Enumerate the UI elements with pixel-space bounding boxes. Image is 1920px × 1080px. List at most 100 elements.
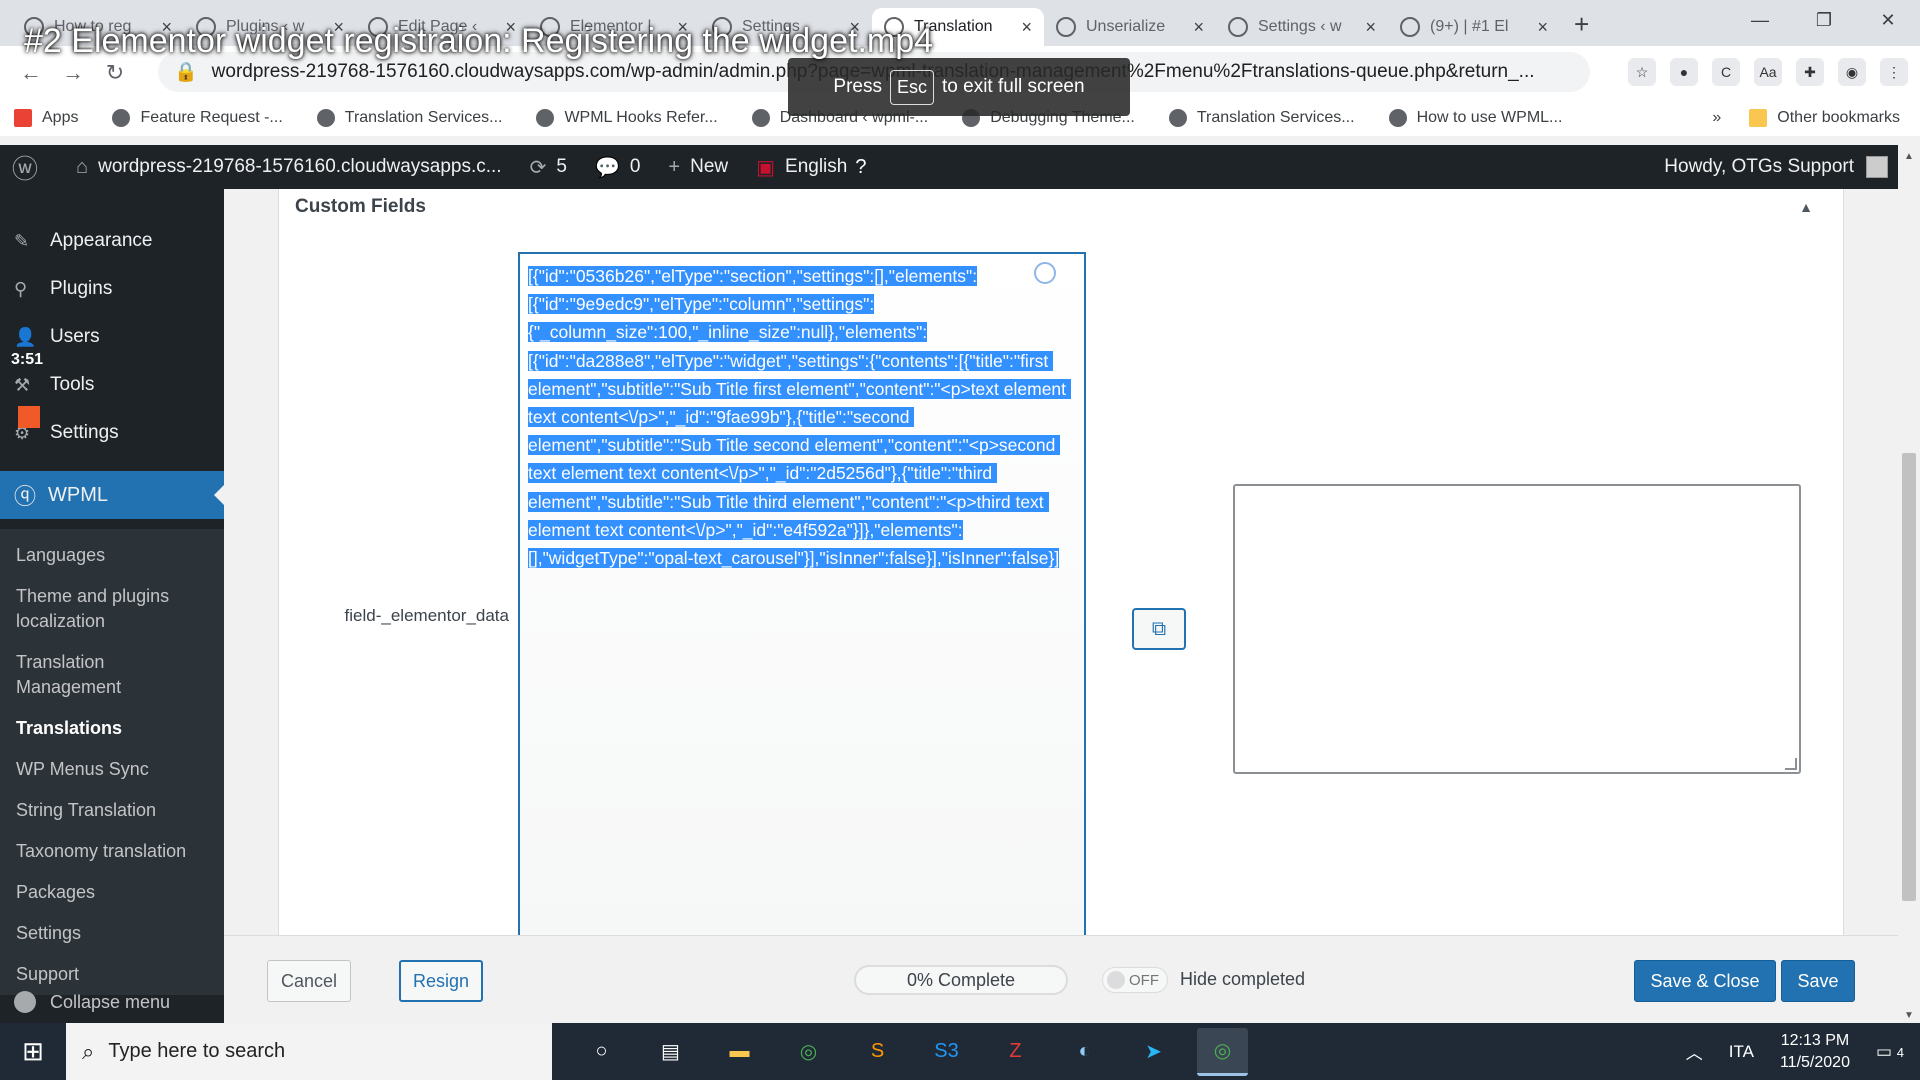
new-content-link[interactable]: + New [668, 156, 728, 179]
updates-link[interactable]: ⟳ 5 [530, 155, 567, 180]
clock-date: 11/5/2020 [1779, 1053, 1850, 1071]
submenu-item[interactable]: String Translation [0, 790, 224, 831]
puzzle-icon[interactable]: ✚ [1796, 58, 1824, 86]
submenu-item[interactable]: Support [0, 954, 224, 995]
orange-square-icon [18, 406, 40, 428]
scrollbar-thumb[interactable] [1902, 453, 1916, 901]
kebab-menu-icon[interactable]: ⋮ [1880, 58, 1908, 86]
back-icon[interactable]: ← [10, 60, 52, 86]
close-tab-icon[interactable]: × [1365, 17, 1376, 38]
extensions: ☆ ● C Aa ✚ ◉ ⋮ [1628, 58, 1908, 86]
other-bookmarks[interactable]: Other bookmarks [1749, 109, 1900, 127]
submenu-item[interactable]: Theme and plugins localization [0, 576, 224, 642]
task-view-icon[interactable]: ▤ [645, 1028, 696, 1076]
save-button[interactable]: Save [1781, 960, 1855, 1002]
wordpress-logo-icon[interactable]: ⓦ [12, 149, 48, 186]
chrome-icon[interactable]: ◎ [783, 1028, 834, 1076]
scroll-up-icon[interactable]: ▲ [1904, 151, 1914, 162]
restore-icon[interactable]: ❐ [1792, 0, 1856, 40]
minimize-icon[interactable]: — [1728, 0, 1792, 40]
file-explorer-icon[interactable]: ▬ [714, 1028, 765, 1076]
copy-original-button[interactable]: ⧉ [1132, 608, 1186, 650]
sidebar-item-appearance[interactable]: ✎ Appearance [0, 217, 224, 265]
collapse-icon [14, 991, 36, 1013]
submenu-item[interactable]: WP Menus Sync [0, 749, 224, 790]
language-switcher[interactable]: ▣ English? [756, 155, 876, 180]
translation-textarea[interactable] [1233, 484, 1801, 774]
resign-button[interactable]: Resign [399, 960, 483, 1002]
submenu-item[interactable]: Translation Management [0, 642, 224, 708]
submenu-item[interactable]: Languages [0, 535, 224, 576]
vpn-icon[interactable]: ◐ [1059, 1028, 1110, 1076]
site-name-link[interactable]: ⌂ wordpress-219768-1576160.cloudwaysapps.… [76, 156, 502, 179]
refresh-icon: ⟳ [529, 156, 547, 179]
telegram-icon[interactable]: ➤ [1128, 1028, 1179, 1076]
s3-icon[interactable]: S3 [921, 1028, 972, 1076]
save-close-button[interactable]: Save & Close [1634, 960, 1776, 1002]
new-tab-button[interactable]: + [1574, 9, 1589, 40]
tab-title: (9+) | #1 El [1430, 18, 1509, 35]
windows-start-icon[interactable]: ⊞ [0, 1023, 66, 1080]
apps-bookmark[interactable]: Apps [14, 109, 78, 127]
browser-tab[interactable]: Unserialize × [1044, 8, 1216, 46]
bookmark-favicon [316, 109, 335, 127]
paintbrush-icon: ✎ [14, 230, 30, 251]
window-controls: — ❐ ✕ [1728, 0, 1920, 40]
submenu-item[interactable]: Translations [0, 708, 224, 749]
browser-tab[interactable]: (9+) | #1 El × [1388, 8, 1560, 46]
hide-completed-toggle[interactable]: OFF [1102, 967, 1168, 993]
sidebar-item-plugins[interactable]: ⚲ Plugins [0, 265, 224, 313]
notifications-icon[interactable]: ▭ 4 [1876, 1042, 1904, 1062]
cancel-button[interactable]: Cancel [267, 960, 351, 1002]
video-title: #2 Elementor widget registraion: Registe… [24, 22, 934, 60]
bookmark-item[interactable]: Translation Services... [316, 109, 502, 127]
gear-icon [1400, 17, 1420, 37]
site-name: wordpress-219768-1576160.cloudwaysapps.c… [98, 156, 502, 177]
extension-green-icon[interactable]: ● [1670, 58, 1698, 86]
submenu-item[interactable]: Packages [0, 872, 224, 913]
bookmark-item[interactable]: Translation Services... [1168, 109, 1355, 127]
input-language[interactable]: ITA [1729, 1042, 1754, 1062]
translation-editor: Custom Fields ▲ field-_elementor_data [{… [278, 189, 1844, 952]
close-tab-icon[interactable]: × [1021, 17, 1032, 38]
sublime-icon[interactable]: S [852, 1028, 903, 1076]
page-scrollbar[interactable]: ▲ ▼ [1898, 145, 1920, 1025]
bookmark-star-icon[interactable]: ☆ [1628, 58, 1656, 86]
browser-tab[interactable]: Settings ‹ w × [1216, 8, 1388, 46]
profile-avatar[interactable]: ◉ [1838, 58, 1866, 86]
close-tab-icon[interactable]: × [1537, 17, 1548, 38]
wpml-icon: ⓠ [14, 484, 37, 509]
video-time-badge: 3:51 [0, 348, 54, 372]
bookmark-item[interactable]: WPML Hooks Refer... [536, 109, 718, 127]
extension-aa-icon[interactable]: Aa [1754, 58, 1782, 86]
close-window-icon[interactable]: ✕ [1856, 0, 1920, 40]
bookmark-item[interactable]: How to use WPML... [1388, 109, 1562, 127]
close-tab-icon[interactable]: × [1193, 17, 1204, 38]
collapse-arrow-icon[interactable]: ▲ [1799, 199, 1813, 215]
custom-fields-header[interactable]: Custom Fields ▲ [279, 189, 1843, 225]
account-menu[interactable]: Howdy, OTGs Support [1664, 156, 1888, 178]
taskbar-clock[interactable]: 12:13 PM 11/5/2020 [1780, 1030, 1850, 1074]
sidebar-item-label: Settings [50, 422, 119, 443]
chrome-active-icon[interactable]: ◎ [1197, 1027, 1248, 1076]
submenu-item[interactable]: Settings [0, 913, 224, 954]
wrench-icon: ⚒ [14, 374, 31, 395]
filezilla-icon[interactable]: Z [990, 1028, 1041, 1076]
forward-icon[interactable]: → [52, 60, 94, 86]
fs-esc-key: Esc [889, 69, 934, 105]
cortana-icon[interactable]: ○ [576, 1028, 627, 1076]
bookmark-item[interactable]: Feature Request -... [112, 109, 283, 127]
scroll-down-icon[interactable]: ▼ [1904, 1010, 1914, 1021]
submenu-item[interactable]: Taxonomy translation [0, 831, 224, 872]
bookmarks-more[interactable]: » [1712, 109, 1721, 127]
comments-link[interactable]: 💬 0 [595, 155, 640, 180]
original-text-area[interactable]: [{"id":"0536b26","elType":"section","set… [518, 252, 1086, 952]
windows-taskbar: ⊞ ⌕ Type here to search ○ ▤ ▬ ◎ S S3 Z ◐… [0, 1023, 1920, 1080]
collapse-menu[interactable]: Collapse menu [14, 991, 170, 1013]
reload-icon[interactable]: ↻ [94, 60, 136, 86]
extension-c-icon[interactable]: C [1712, 58, 1740, 86]
howdy-text: Howdy, OTGs Support [1664, 156, 1854, 177]
tray-chevron-icon[interactable]: ︿ [1686, 1039, 1703, 1064]
taskbar-search[interactable]: ⌕ Type here to search [66, 1023, 552, 1080]
menu-wpml[interactable]: ⓠ WPML [0, 471, 224, 519]
